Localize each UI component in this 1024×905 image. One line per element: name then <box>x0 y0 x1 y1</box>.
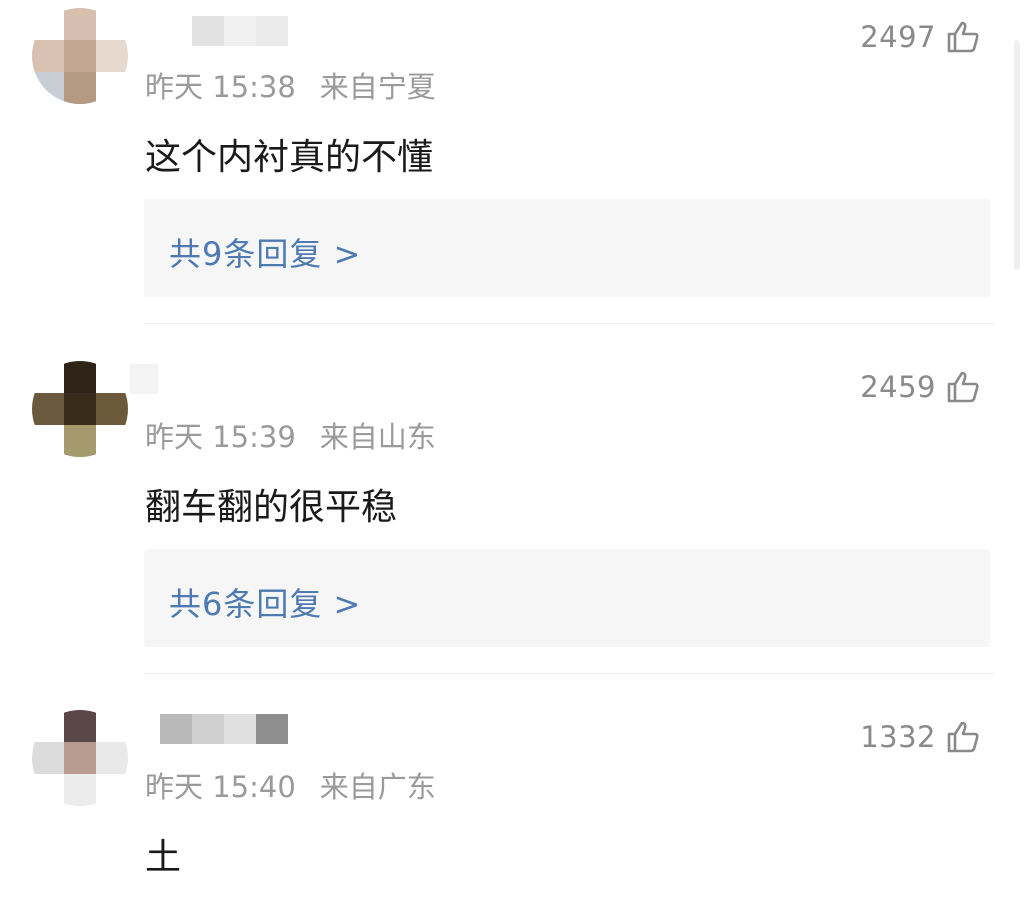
like-count: 1332 <box>860 720 936 754</box>
mosaic-block <box>64 425 96 457</box>
mosaic-block <box>192 16 224 46</box>
avatar[interactable] <box>32 710 128 806</box>
mosaic-block <box>224 714 256 744</box>
comment-location: 来自广东 <box>319 770 436 804</box>
mosaic-block <box>32 361 64 393</box>
mosaic-block <box>32 742 64 774</box>
thumbs-up-icon[interactable] <box>946 20 980 54</box>
mosaic-block <box>32 72 64 104</box>
username-blurred[interactable] <box>130 364 158 394</box>
mosaic-block <box>32 393 64 425</box>
mosaic-block <box>64 393 96 425</box>
mosaic-block <box>96 393 128 425</box>
mosaic-block <box>96 40 128 72</box>
divider <box>144 323 994 324</box>
mosaic-block <box>32 425 64 457</box>
comment-meta: 昨天 15:38 来自宁夏 <box>145 64 436 106</box>
comment-time: 昨天 15:39 <box>145 420 296 454</box>
comment-location: 来自山东 <box>319 420 436 454</box>
scrollbar[interactable] <box>1014 40 1020 270</box>
like-group[interactable]: 1332 <box>860 720 980 754</box>
mosaic-block <box>64 742 96 774</box>
mosaic-block <box>64 40 96 72</box>
divider <box>144 673 994 674</box>
username-blurred[interactable] <box>192 16 288 46</box>
mosaic-block <box>96 425 128 457</box>
username-blurred[interactable] <box>160 714 288 744</box>
mosaic-block <box>160 714 192 744</box>
view-replies-button[interactable]: 共9条回复 > <box>144 199 990 297</box>
mosaic-block <box>64 710 96 742</box>
mosaic-block <box>32 8 64 40</box>
mosaic-block <box>224 16 256 46</box>
mosaic-block <box>64 8 96 40</box>
like-count: 2459 <box>860 370 936 404</box>
mosaic-block <box>64 72 96 104</box>
mosaic-block <box>32 40 64 72</box>
mosaic-block <box>64 774 96 806</box>
view-replies-button[interactable]: 共6条回复 > <box>144 549 990 647</box>
comment-time: 昨天 15:38 <box>145 70 296 104</box>
comment-text: 这个内衬真的不懂 <box>145 137 434 178</box>
like-count: 2497 <box>860 20 936 54</box>
mosaic-block <box>192 714 224 744</box>
replies-label: 共6条回复 > <box>169 585 362 623</box>
mosaic-block <box>64 361 96 393</box>
comment-meta: 昨天 15:39 来自山东 <box>145 414 436 456</box>
like-group[interactable]: 2459 <box>860 370 980 404</box>
avatar-mosaic <box>32 361 128 457</box>
avatar[interactable] <box>32 361 128 457</box>
mosaic-block <box>96 8 128 40</box>
comment-text: 翻车翻的很平稳 <box>145 487 398 528</box>
mosaic-block <box>96 742 128 774</box>
comment-text: 土 <box>145 837 182 878</box>
thumbs-up-icon[interactable] <box>946 370 980 404</box>
mosaic-block <box>256 714 288 744</box>
thumbs-up-icon[interactable] <box>946 720 980 754</box>
like-group[interactable]: 2497 <box>860 20 980 54</box>
avatar-mosaic <box>32 8 128 104</box>
avatar-mosaic <box>32 710 128 806</box>
mosaic-block <box>96 774 128 806</box>
replies-label: 共9条回复 > <box>169 235 362 273</box>
mosaic-block <box>130 364 158 394</box>
mosaic-block <box>256 16 288 46</box>
comment-location: 来自宁夏 <box>319 70 436 104</box>
mosaic-block <box>96 361 128 393</box>
comment-meta: 昨天 15:40 来自广东 <box>145 764 436 806</box>
mosaic-block <box>32 774 64 806</box>
mosaic-block <box>96 72 128 104</box>
mosaic-block <box>96 710 128 742</box>
avatar[interactable] <box>32 8 128 104</box>
comment-time: 昨天 15:40 <box>145 770 296 804</box>
mosaic-block <box>32 710 64 742</box>
